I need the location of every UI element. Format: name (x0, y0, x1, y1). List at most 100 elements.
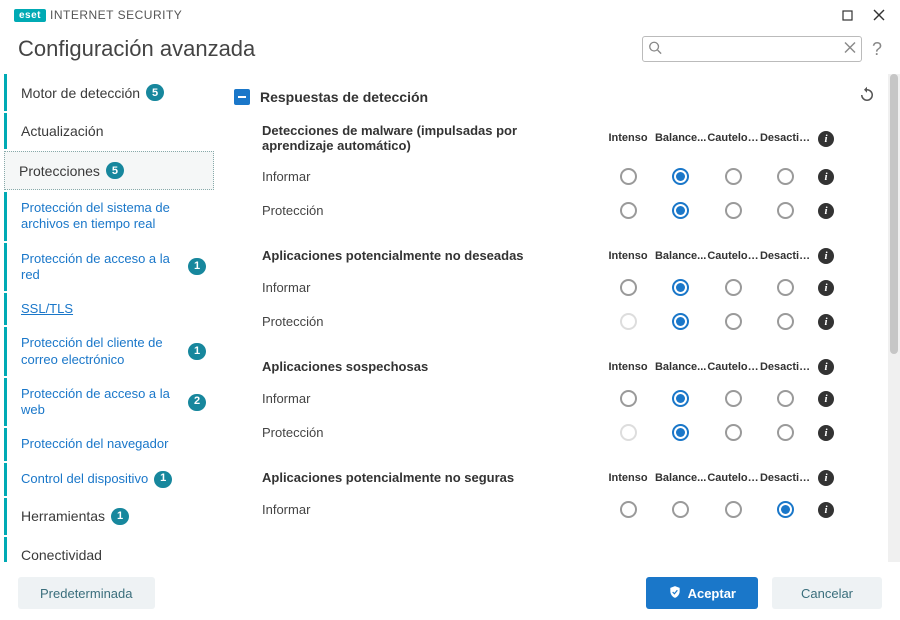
column-label: Cauteloso (707, 132, 759, 144)
sidebar-badge: 5 (146, 84, 164, 101)
settings-group: Detecciones de malware (impulsadas por a… (228, 121, 882, 245)
radio-button[interactable] (777, 168, 794, 185)
radio-button[interactable] (672, 424, 689, 441)
main: Motor de detección5ActualizaciónProtecci… (0, 74, 900, 562)
titlebar-right (832, 2, 894, 28)
info-icon[interactable]: i (818, 131, 834, 147)
sidebar-item-6[interactable]: Protección del cliente de correo electró… (4, 327, 214, 376)
sidebar-item-label: Protección del navegador (21, 436, 168, 452)
sidebar-item-1[interactable]: Actualización (4, 113, 214, 149)
info-icon[interactable]: i (818, 359, 834, 375)
sidebar-badge: 1 (188, 258, 206, 275)
sidebar-item-4[interactable]: Protección de acceso a la red1 (4, 243, 214, 292)
radio-button[interactable] (672, 168, 689, 185)
search-icon (648, 41, 662, 58)
sidebar-item-8[interactable]: Protección del navegador (4, 428, 214, 460)
radio-button[interactable] (620, 168, 637, 185)
sidebar-item-11[interactable]: Conectividad (4, 537, 214, 563)
radio-button[interactable] (620, 501, 637, 518)
settings-row: Informar i (262, 159, 874, 193)
radio-button[interactable] (620, 279, 637, 296)
group-title: Aplicaciones sospechosas (262, 359, 602, 374)
info-icon[interactable]: i (818, 314, 834, 330)
default-button[interactable]: Predeterminada (18, 577, 155, 609)
sidebar-badge: 5 (106, 162, 124, 179)
radio-button[interactable] (672, 313, 689, 330)
sidebar-item-2[interactable]: Protecciones5 (4, 151, 214, 190)
radio-button[interactable] (672, 279, 689, 296)
row-label: Informar (262, 169, 602, 184)
sidebar-item-label: Protección del cliente de correo electró… (21, 335, 182, 368)
undo-icon[interactable] (858, 86, 876, 107)
radio-button[interactable] (725, 279, 742, 296)
sidebar-item-9[interactable]: Control del dispositivo1 (4, 463, 214, 496)
info-icon[interactable]: i (818, 425, 834, 441)
radio-button[interactable] (672, 390, 689, 407)
sidebar-item-label: Protección de acceso a la web (21, 386, 182, 419)
cancel-button[interactable]: Cancelar (772, 577, 882, 609)
window-close-button[interactable] (864, 2, 894, 28)
radio-button[interactable] (777, 313, 794, 330)
settings-row: Proteccióni (262, 415, 874, 449)
column-label: Balance... (655, 361, 707, 373)
column-label: Desactiv... (760, 361, 812, 373)
info-icon[interactable]: i (818, 203, 834, 219)
column-label: Balance... (655, 250, 707, 262)
column-label: Desactiv... (760, 472, 812, 484)
sidebar-item-label: Motor de detección (21, 85, 140, 101)
info-icon[interactable]: i (818, 502, 834, 518)
sidebar-item-5[interactable]: SSL/TLS (4, 293, 214, 325)
content-wrap: Respuestas de detección Detecciones de m… (222, 74, 900, 562)
row-label: Informar (262, 391, 602, 406)
radio-button[interactable] (620, 390, 637, 407)
settings-group: Aplicaciones potencialmente no seguras In… (228, 467, 882, 544)
search-input[interactable] (642, 36, 862, 62)
radio-button[interactable] (777, 279, 794, 296)
brand-logo: eset (14, 9, 46, 22)
column-label: Desactiv... (760, 250, 812, 262)
sidebar-badge: 2 (188, 394, 206, 411)
radio-button[interactable] (672, 202, 689, 219)
group-title: Aplicaciones potencialmente no seguras (262, 470, 602, 485)
scrollbar-thumb[interactable] (890, 74, 898, 354)
radio-button[interactable] (777, 390, 794, 407)
sidebar-item-0[interactable]: Motor de detección 5 (4, 74, 214, 111)
content-panel: Respuestas de detección Detecciones de m… (222, 74, 888, 562)
radio-button[interactable] (725, 390, 742, 407)
settings-row: Informari (262, 492, 874, 526)
settings-row: Informar i (262, 381, 874, 415)
accept-button[interactable]: Aceptar (646, 577, 758, 609)
footer: Predeterminada Aceptar Cancelar (0, 566, 900, 620)
sidebar-item-3[interactable]: Protección del sistema de archivos en ti… (4, 192, 214, 241)
scrollbar[interactable] (888, 74, 900, 562)
sidebar-item-7[interactable]: Protección de acceso a la web 2 (4, 378, 214, 427)
radio-button[interactable] (725, 168, 742, 185)
radio-button[interactable] (725, 313, 742, 330)
sidebar-item-label: SSL/TLS (21, 301, 73, 317)
radio-button[interactable] (777, 501, 794, 518)
info-icon[interactable]: i (818, 470, 834, 486)
sidebar: Motor de detección5ActualizaciónProtecci… (4, 74, 222, 562)
info-icon[interactable]: i (818, 391, 834, 407)
info-icon[interactable]: i (818, 280, 834, 296)
settings-row: Informari (262, 270, 874, 304)
collapse-toggle[interactable] (234, 89, 250, 105)
radio-button[interactable] (777, 202, 794, 219)
column-label: Cauteloso (707, 472, 759, 484)
radio-button[interactable] (725, 202, 742, 219)
radio-button[interactable] (777, 424, 794, 441)
sidebar-item-label: Control del dispositivo (21, 471, 148, 487)
info-icon[interactable]: i (818, 248, 834, 264)
row-label: Protección (262, 203, 602, 218)
radio-button[interactable] (672, 501, 689, 518)
help-icon[interactable]: ? (872, 39, 882, 60)
radio-button[interactable] (620, 202, 637, 219)
sidebar-item-label: Herramientas (21, 508, 105, 524)
radio-button[interactable] (725, 424, 742, 441)
radio-button[interactable] (725, 501, 742, 518)
sidebar-item-10[interactable]: Herramientas1 (4, 498, 214, 535)
window-maximize-button[interactable] (832, 2, 862, 28)
clear-search-icon[interactable] (844, 42, 856, 57)
settings-group: Aplicaciones potencialmente no deseadasI… (228, 245, 882, 356)
info-icon[interactable]: i (818, 169, 834, 185)
